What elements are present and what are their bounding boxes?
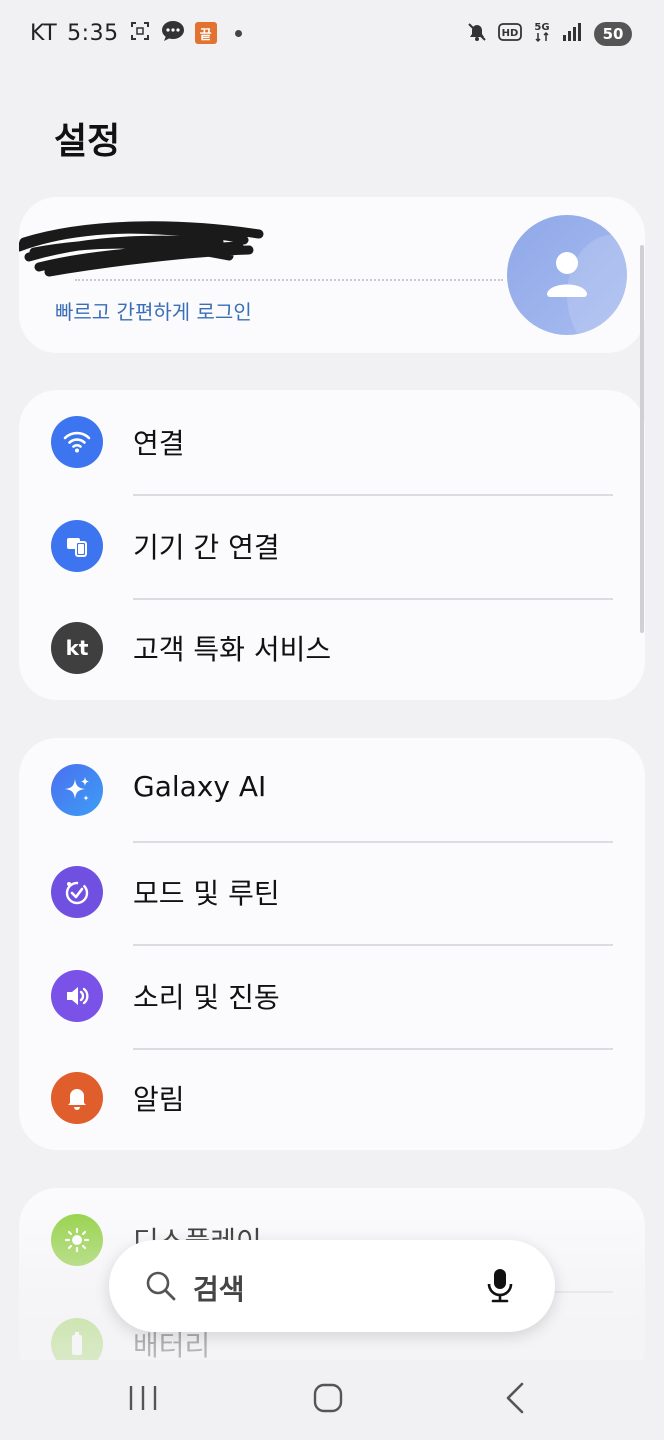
recents-button[interactable] <box>127 1382 159 1418</box>
routine-check-icon <box>51 866 103 918</box>
settings-item-sound-vibration[interactable]: 소리 및 진동 <box>19 944 645 1048</box>
settings-item-label: 연결 <box>133 427 185 460</box>
settings-item-label: Galaxy AI <box>133 770 267 803</box>
brightness-icon <box>51 1214 103 1266</box>
battery-icon: 50 <box>594 22 632 46</box>
account-name-placeholder-line <box>75 279 503 281</box>
settings-item-label: 모드 및 루틴 <box>133 877 280 910</box>
settings-group-general: Galaxy AI 모드 및 루틴 소리 및 진동 알림 <box>19 738 645 1150</box>
redacted-scribble <box>19 221 264 277</box>
app-badge-icon: 끝 <box>194 22 217 44</box>
chat-bubble-icon <box>161 20 185 46</box>
search-bar[interactable]: 검색 <box>109 1240 555 1332</box>
wifi-icon <box>51 416 103 468</box>
back-button[interactable] <box>502 1382 530 1418</box>
settings-item-galaxy-ai[interactable]: Galaxy AI <box>19 738 645 842</box>
avatar[interactable] <box>507 215 627 335</box>
status-bar: KT 5:35 끝 HD 5G 50 <box>0 0 664 70</box>
bell-icon <box>51 1072 103 1124</box>
signal-icon <box>562 22 584 46</box>
settings-group-connections: 연결 기기 간 연결 kt 고객 특화 서비스 <box>19 390 645 700</box>
speaker-icon <box>51 970 103 1022</box>
svg-text:5G: 5G <box>534 22 549 33</box>
settings-item-device-connection[interactable]: 기기 간 연결 <box>19 494 645 598</box>
person-icon <box>547 252 587 297</box>
screenshot-icon <box>129 20 151 46</box>
sparkle-icon <box>51 764 103 816</box>
mute-icon <box>466 21 488 47</box>
kt-logo-icon: kt <box>51 622 103 674</box>
search-icon <box>143 1268 179 1308</box>
carrier-label: KT <box>30 20 58 46</box>
page-title: 설정 <box>54 121 121 162</box>
scrollbar[interactable] <box>640 245 644 633</box>
search-label: 검색 <box>193 1273 245 1306</box>
navigation-bar <box>0 1360 664 1440</box>
account-card[interactable]: 빠르고 간편하게 로그인 <box>19 197 645 353</box>
settings-item-kt-services[interactable]: kt 고객 특화 서비스 <box>19 596 645 700</box>
settings-screen: KT 5:35 끝 HD 5G 50 설정 빠르고 간편하게 로그인 연결 기기… <box>0 0 664 1440</box>
settings-item-notifications[interactable]: 알림 <box>19 1046 645 1150</box>
devices-icon <box>51 520 103 572</box>
notification-dot <box>234 29 242 37</box>
microphone-icon[interactable] <box>485 1266 515 1310</box>
settings-item-label: 알림 <box>133 1083 185 1116</box>
5g-icon: 5G <box>532 20 552 48</box>
svg-text:kt: kt <box>66 636 89 660</box>
settings-item-label: 소리 및 진동 <box>133 981 280 1014</box>
settings-item-label: 기기 간 연결 <box>133 531 280 564</box>
home-button[interactable] <box>312 1382 344 1418</box>
svg-text:HD: HD <box>502 28 519 39</box>
hd-voice-icon: HD <box>498 23 522 45</box>
settings-item-connections[interactable]: 연결 <box>19 390 645 494</box>
quick-login-link[interactable]: 빠르고 간편하게 로그인 <box>55 296 252 325</box>
settings-item-modes-routines[interactable]: 모드 및 루틴 <box>19 840 645 944</box>
settings-item-label: 고객 특화 서비스 <box>133 633 332 666</box>
clock: 5:35 <box>67 20 119 46</box>
